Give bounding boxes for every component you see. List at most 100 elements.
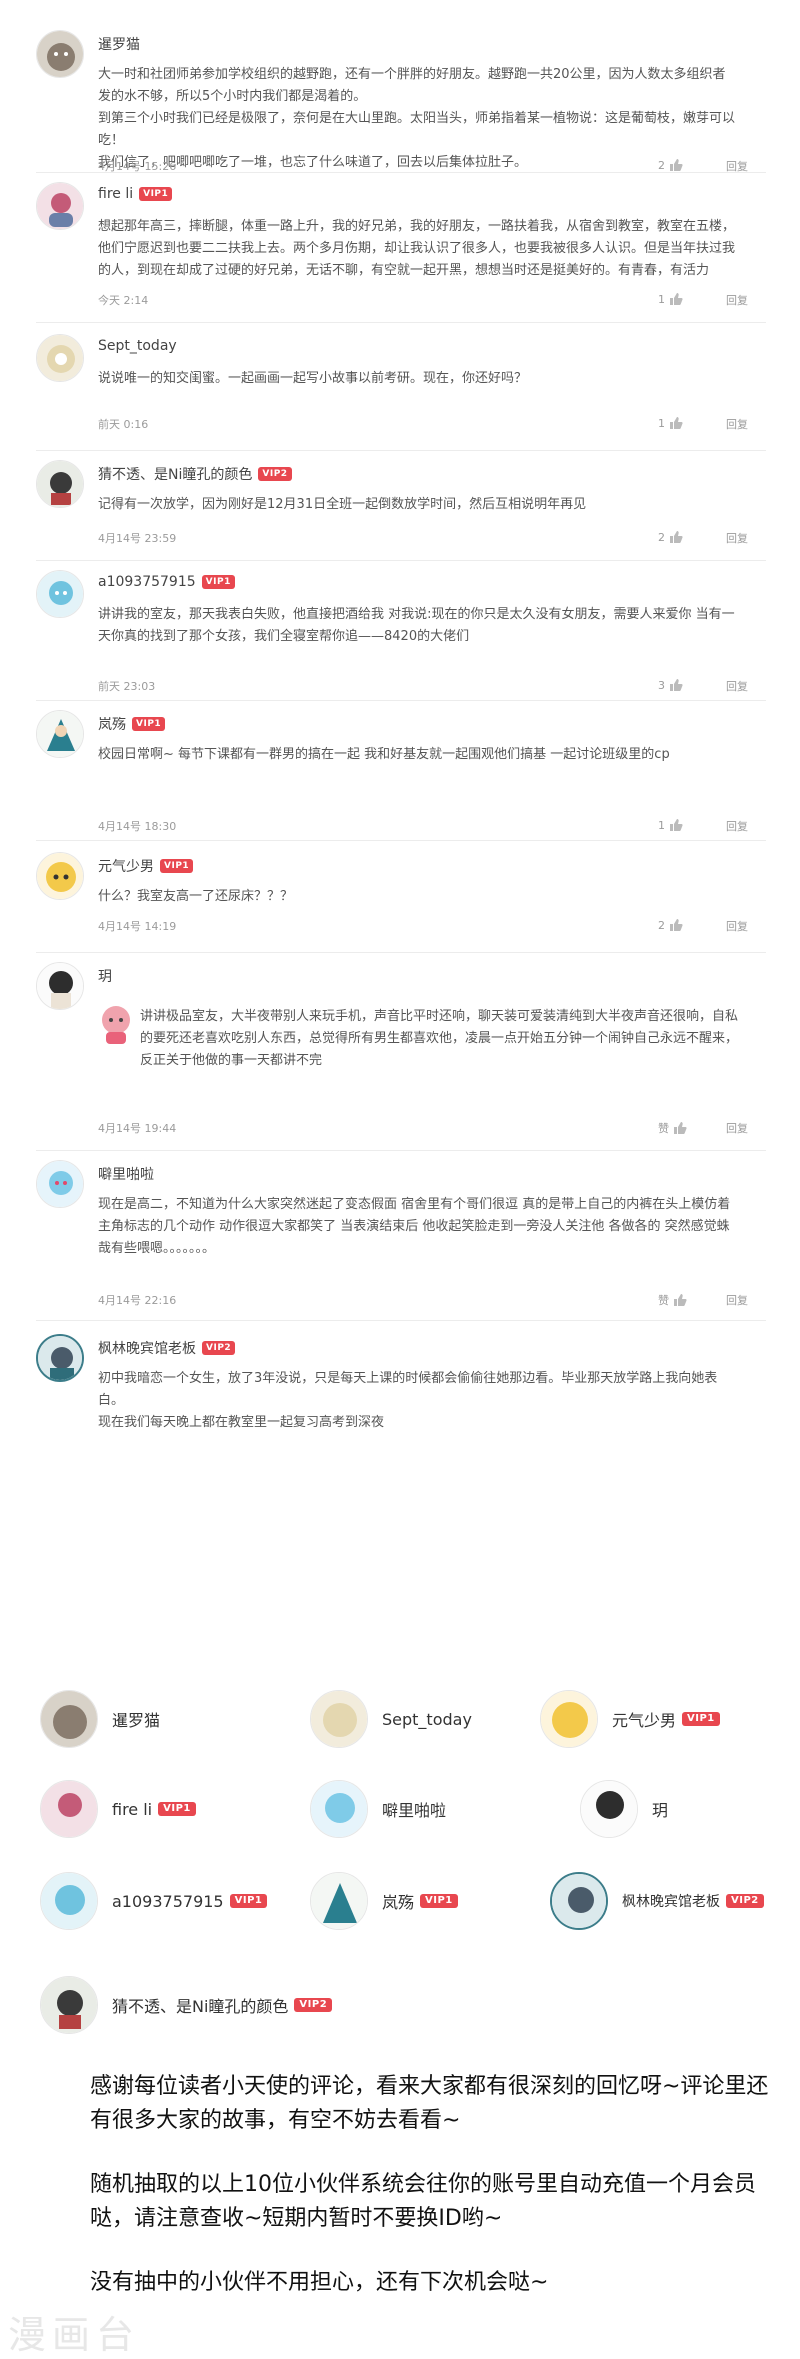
- username[interactable]: 噼里啪啦: [98, 1164, 154, 1184]
- avatar[interactable]: [36, 570, 84, 618]
- divider: [36, 840, 766, 841]
- avatar[interactable]: [36, 1334, 84, 1382]
- vip-badge: VIP1: [160, 859, 194, 873]
- username[interactable]: 猜不透、是Ni瞳孔的颜色: [98, 464, 252, 484]
- winner-name[interactable]: 岚殇: [382, 1889, 414, 1913]
- thumbs-up-icon: [674, 1294, 687, 1306]
- avatar[interactable]: [310, 1690, 368, 1748]
- like-button[interactable]: 2: [658, 158, 683, 172]
- username[interactable]: a1093757915: [98, 574, 196, 590]
- comment-time: 前天 23:03: [98, 680, 156, 693]
- like-label: 赞: [658, 1122, 669, 1135]
- thanks-paragraph: 随机抽取的以上10位小伙伴系统会往你的账号里自动充值一个月会员哒，请注意查收~短…: [90, 2172, 756, 2231]
- winner-name[interactable]: 噼里啪啦: [382, 1797, 446, 1821]
- username[interactable]: 岚殇: [98, 714, 126, 734]
- avatar[interactable]: [540, 1690, 598, 1748]
- winner-item: Sept_today: [310, 1690, 472, 1748]
- avatar[interactable]: [36, 962, 84, 1010]
- winner-name[interactable]: Sept_today: [382, 1710, 472, 1729]
- winner-name[interactable]: fire li: [112, 1800, 152, 1819]
- like-button[interactable]: 赞: [658, 1120, 687, 1136]
- username[interactable]: 玥: [98, 966, 112, 986]
- avatar[interactable]: [40, 1872, 98, 1930]
- comment-time: 4月14号 14:19: [98, 920, 177, 933]
- avatar[interactable]: [36, 710, 84, 758]
- reply-button[interactable]: 回复: [726, 918, 748, 934]
- sticker: [96, 1002, 136, 1046]
- thumbs-up-icon: [670, 679, 683, 691]
- like-button[interactable]: 1: [658, 416, 683, 430]
- avatar[interactable]: [310, 1780, 368, 1838]
- avatar[interactable]: [310, 1872, 368, 1930]
- winner-name[interactable]: 玥: [652, 1797, 668, 1821]
- winner-item: 枫林晚宾馆老板 VIP2: [550, 1872, 764, 1930]
- reply-button[interactable]: 回复: [726, 530, 748, 546]
- avatar[interactable]: [36, 460, 84, 508]
- comment-text: 现在是高二，不知道为什么大家突然迷起了变态假面 宿舍里有个哥们很逗 真的是带上自…: [98, 1197, 731, 1256]
- comment-time: 今天 2:14: [98, 294, 149, 307]
- comment-text: 讲讲我的室友，那天我表白失败，他直接把酒给我 对我说:现在的你只是太久没有女朋友…: [98, 607, 735, 644]
- avatar[interactable]: [36, 30, 84, 78]
- divider: [36, 560, 766, 561]
- like-button[interactable]: 赞: [658, 1292, 687, 1308]
- winner-item: 噼里啪啦: [310, 1780, 446, 1838]
- like-button[interactable]: 2: [658, 530, 683, 544]
- avatar[interactable]: [580, 1780, 638, 1838]
- divider: [36, 700, 766, 701]
- avatar[interactable]: [36, 182, 84, 230]
- reply-button[interactable]: 回复: [726, 416, 748, 432]
- comment-text: 校园日常啊~ 每节下课都有一群男的搞在一起 我和好基友就一起围观他们搞基 一起讨…: [98, 747, 670, 762]
- username[interactable]: 暹罗猫: [98, 34, 140, 54]
- avatar[interactable]: [36, 1160, 84, 1208]
- like-button[interactable]: 3: [658, 678, 683, 692]
- avatar[interactable]: [40, 1976, 98, 2034]
- thumbs-up-icon: [670, 293, 683, 305]
- reply-button[interactable]: 回复: [726, 678, 748, 694]
- comment-time: 4月14号 23:59: [98, 532, 177, 545]
- like-count: 1: [658, 416, 665, 430]
- comment-text: 讲讲极品室友，大半夜带别人来玩手机，声音比平时还响，聊天装可爱装清纯到大半夜声音…: [140, 1009, 739, 1068]
- reply-button[interactable]: 回复: [726, 1120, 748, 1136]
- avatar[interactable]: [36, 334, 84, 382]
- winner-item: fire li VIP1: [40, 1780, 196, 1838]
- username[interactable]: Sept_today: [98, 338, 177, 354]
- reply-button[interactable]: 回复: [726, 292, 748, 308]
- thumbs-up-icon: [670, 417, 683, 429]
- winner-item: 岚殇 VIP1: [310, 1872, 458, 1930]
- username[interactable]: 枫林晚宾馆老板: [98, 1338, 196, 1358]
- vip-badge: VIP1: [201, 575, 235, 589]
- winner-name[interactable]: 暹罗猫: [112, 1707, 160, 1731]
- username[interactable]: 元气少男: [98, 856, 154, 876]
- winner-name[interactable]: 猜不透、是Ni瞳孔的颜色: [112, 1993, 288, 2017]
- thumbs-up-icon: [670, 819, 683, 831]
- comment-time: 4月14号 18:30: [98, 820, 177, 833]
- comment-text: 想起那年高三，摔断腿，体重一路上升，我的好兄弟，我的好朋友，一路扶着我，从宿舍到…: [98, 219, 736, 278]
- avatar[interactable]: [40, 1690, 98, 1748]
- avatar[interactable]: [40, 1780, 98, 1838]
- vip-badge: VIP2: [294, 1998, 333, 2012]
- winner-item: 元气少男 VIP1: [540, 1690, 720, 1748]
- reply-button[interactable]: 回复: [726, 1292, 748, 1308]
- like-button[interactable]: 1: [658, 292, 683, 306]
- vip-badge: VIP1: [158, 1802, 196, 1816]
- like-button[interactable]: 2: [658, 918, 683, 932]
- winner-item: 猜不透、是Ni瞳孔的颜色 VIP2: [40, 1976, 333, 2034]
- comment-text: 说说唯一的知交闺蜜。一起画画一起写小故事以前考研。现在，你还好吗？: [98, 371, 528, 386]
- avatar[interactable]: [36, 852, 84, 900]
- reply-button[interactable]: 回复: [726, 818, 748, 834]
- like-button[interactable]: 1: [658, 818, 683, 832]
- thumbs-up-icon: [670, 531, 683, 543]
- thumbs-up-icon: [670, 919, 683, 931]
- winner-name[interactable]: a1093757915: [112, 1892, 224, 1911]
- vip-badge: VIP2: [202, 1341, 236, 1355]
- thanks-paragraph: 感谢每位读者小天使的评论，看来大家都有很深刻的回忆呀~评论里还有很多大家的故事，…: [90, 2074, 769, 2133]
- username[interactable]: fire li: [98, 186, 133, 202]
- comment-text: 什么？我室友高一了还尿床？？？: [98, 889, 294, 904]
- vip-badge: VIP1: [132, 717, 166, 731]
- thanks-paragraph: 没有抽中的小伙伴不用担心，还有下次机会哒~: [90, 2270, 549, 2295]
- winner-name[interactable]: 元气少男: [612, 1707, 676, 1731]
- thumbs-up-icon: [674, 1122, 687, 1134]
- winner-name[interactable]: 枫林晚宾馆老板: [622, 1891, 720, 1911]
- like-count: 1: [658, 292, 665, 306]
- avatar[interactable]: [550, 1872, 608, 1930]
